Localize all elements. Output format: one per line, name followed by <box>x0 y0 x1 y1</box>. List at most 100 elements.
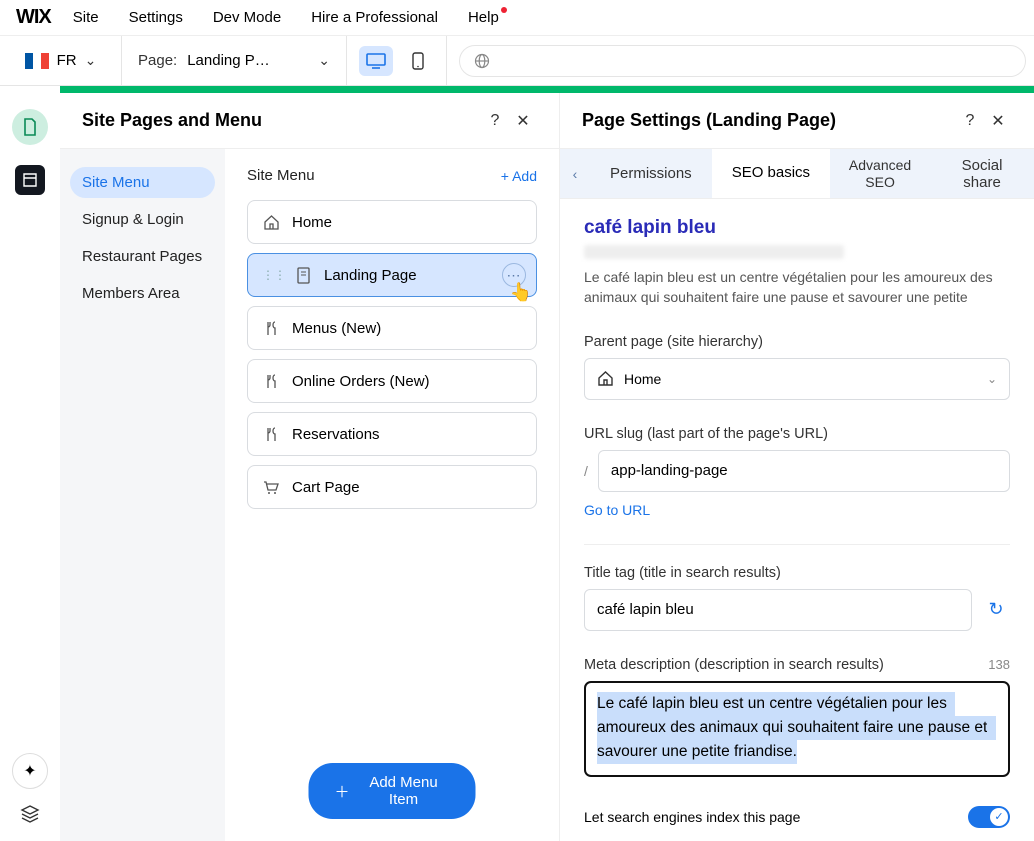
fork-knife-icon <box>262 425 280 443</box>
tab-seo-basics[interactable]: SEO basics <box>712 149 830 198</box>
menu-settings[interactable]: Settings <box>129 9 183 26</box>
tab-advanced-seo[interactable]: Advanced SEO <box>830 149 930 198</box>
menu-site[interactable]: Site <box>73 9 99 26</box>
menu-help[interactable]: Help <box>468 9 499 26</box>
sidebar-item-site-menu[interactable]: Site Menu <box>70 167 215 198</box>
layout-icon <box>23 173 37 187</box>
menu-item-label: Cart Page <box>292 479 360 496</box>
help-icon: ? <box>491 112 500 130</box>
plus-icon: ＋ <box>335 781 350 802</box>
close-icon: ✕ <box>991 111 1004 131</box>
tabs-scroll-left[interactable]: ‹ <box>560 149 590 198</box>
add-page-link[interactable]: + Add <box>501 168 537 184</box>
page-label: Page: <box>138 52 177 69</box>
page-settings-panel: Page Settings (Landing Page) ? ✕ ‹ Permi… <box>560 93 1034 841</box>
pages-panel-title: Site Pages and Menu <box>82 110 481 131</box>
title-tag-field: Title tag (title in search results) ↻ <box>584 565 1010 631</box>
menu-devmode[interactable]: Dev Mode <box>213 9 281 26</box>
top-menu-bar: WIX Site Settings Dev Mode Hire a Profes… <box>0 0 1034 36</box>
page-select-value: Landing P… <box>187 52 308 69</box>
main-workspace: ✦ Site Pages and Menu ? ✕ Site Menu Sign… <box>0 93 1034 841</box>
menu-item-label: Home <box>292 214 332 231</box>
pages-panel-header: Site Pages and Menu ? ✕ <box>60 93 559 149</box>
menu-item-label: Menus (New) <box>292 320 381 337</box>
menu-item-landing-page[interactable]: ⋮⋮ Landing Page ⋯ 👆 <box>247 253 537 297</box>
help-icon: ? <box>966 112 975 130</box>
menu-item-cart[interactable]: Cart Page <box>247 465 537 509</box>
field-label: Parent page (site hierarchy) <box>584 334 1010 350</box>
menu-item-label: Reservations <box>292 426 380 443</box>
more-icon: ⋯ <box>507 267 522 284</box>
close-button[interactable]: ✕ <box>984 107 1012 135</box>
mobile-icon <box>412 52 424 70</box>
site-menu-heading: Site Menu <box>247 167 315 184</box>
meta-description-input[interactable] <box>584 681 1010 777</box>
menu-item-home[interactable]: Home <box>247 200 537 244</box>
page-icon <box>294 266 312 284</box>
menu-item-label: Landing Page <box>324 267 417 284</box>
title-tag-input[interactable] <box>584 589 972 631</box>
pages-rail-button[interactable] <box>12 109 48 145</box>
ai-assistant-button[interactable]: ✦ <box>12 753 48 789</box>
page-settings-title: Page Settings (Landing Page) <box>582 110 956 131</box>
notification-dot-icon <box>501 7 507 13</box>
sidebar-item-restaurant-pages[interactable]: Restaurant Pages <box>70 241 215 272</box>
home-icon <box>597 370 614 387</box>
menu-item-reservations[interactable]: Reservations <box>247 412 537 456</box>
tab-social-share[interactable]: Social share <box>930 149 1034 198</box>
help-button[interactable]: ? <box>481 107 509 135</box>
desktop-icon <box>366 53 386 69</box>
desktop-view-button[interactable] <box>359 46 393 76</box>
page-switcher[interactable]: Page: Landing P… ⌄ <box>122 36 347 85</box>
field-label: Meta description (description in search … <box>584 657 884 673</box>
slash-prefix: / <box>584 463 588 479</box>
sidebar-item-signup-login[interactable]: Signup & Login <box>70 204 215 235</box>
chevron-left-icon: ‹ <box>573 166 578 182</box>
close-button[interactable]: ✕ <box>509 107 537 135</box>
wix-logo: WIX <box>16 6 51 29</box>
globe-icon <box>474 53 490 69</box>
add-section-rail-button[interactable] <box>15 165 45 195</box>
chevron-down-icon: ⌄ <box>987 372 997 386</box>
layers-button[interactable] <box>19 803 41 825</box>
toggle-label: Let search engines index this page <box>584 809 800 825</box>
settings-body: café lapin bleu Le café lapin bleu est u… <box>560 199 1034 841</box>
editor-toolbar: FR ⌄ Page: Landing P… ⌄ <box>0 36 1034 86</box>
fork-knife-icon <box>262 372 280 390</box>
sidebar-item-members-area[interactable]: Members Area <box>70 278 215 309</box>
url-input[interactable] <box>459 45 1026 77</box>
flag-france-icon <box>25 53 49 69</box>
language-code: FR <box>57 52 77 69</box>
tab-permissions[interactable]: Permissions <box>590 149 712 198</box>
go-to-url-link[interactable]: Go to URL <box>584 502 650 518</box>
index-toggle[interactable]: ✓ <box>968 806 1010 828</box>
url-slug-field: URL slug (last part of the page's URL) /… <box>584 426 1010 518</box>
field-label: URL slug (last part of the page's URL) <box>584 426 1010 442</box>
language-switcher[interactable]: FR ⌄ <box>0 36 122 85</box>
drag-handle-icon[interactable]: ⋮⋮ <box>262 268 286 282</box>
chevron-down-icon: ⌄ <box>318 52 330 69</box>
device-switcher <box>347 36 447 85</box>
fork-knife-icon <box>262 319 280 337</box>
check-icon: ✓ <box>994 810 1003 823</box>
menu-item-menus[interactable]: Menus (New) <box>247 306 537 350</box>
index-toggle-row: Let search engines index this page ✓ <box>584 806 1010 828</box>
settings-tabs: ‹ Permissions SEO basics Advanced SEO So… <box>560 149 1034 199</box>
cart-icon <box>262 478 280 496</box>
menu-item-online-orders[interactable]: Online Orders (New) <box>247 359 537 403</box>
add-menu-item-button[interactable]: ＋ Add Menu Item <box>309 763 476 819</box>
refresh-icon: ↻ <box>988 599 1003 620</box>
parent-page-select[interactable]: Home ⌄ <box>584 358 1010 400</box>
separator <box>584 544 1010 545</box>
help-button[interactable]: ? <box>956 107 984 135</box>
menu-item-label: Online Orders (New) <box>292 373 430 390</box>
menu-hire[interactable]: Hire a Professional <box>311 9 438 26</box>
mobile-view-button[interactable] <box>401 46 435 76</box>
page-icon <box>22 118 38 136</box>
reset-button[interactable]: ↻ <box>982 596 1010 624</box>
item-actions-button[interactable]: ⋯ <box>502 263 526 287</box>
top-menu: Site Settings Dev Mode Hire a Profession… <box>73 9 499 26</box>
url-slug-input[interactable] <box>598 450 1010 492</box>
parent-page-field: Parent page (site hierarchy) Home ⌄ <box>584 334 1010 400</box>
left-rail: ✦ <box>0 93 60 841</box>
